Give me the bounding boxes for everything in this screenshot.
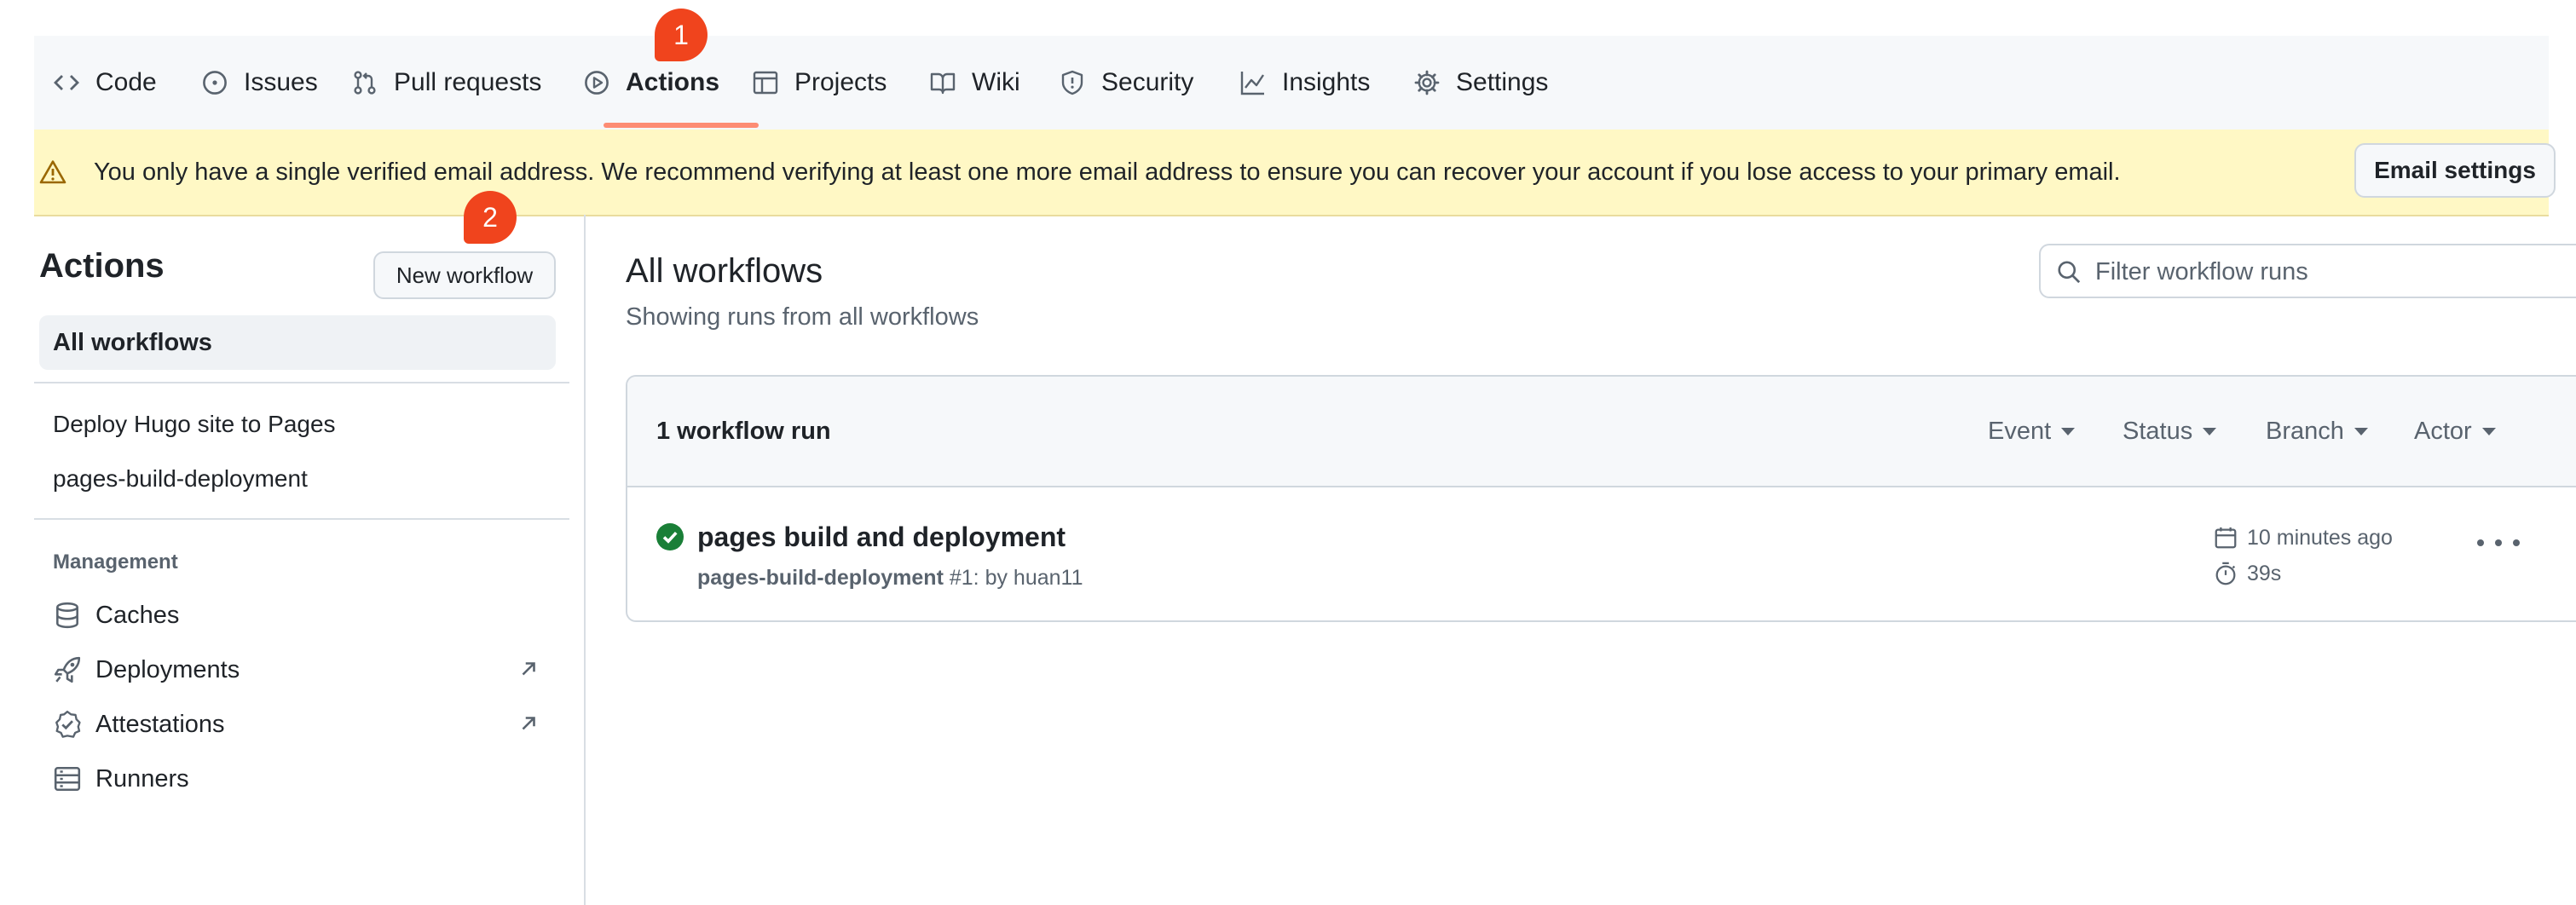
tab-projects[interactable]: Projects bbox=[752, 36, 887, 130]
graph-icon bbox=[1240, 72, 1264, 95]
caret-down-icon bbox=[2481, 427, 2496, 435]
sidebar-item-attestations[interactable]: Attestations bbox=[53, 707, 225, 741]
tab-insights[interactable]: Insights bbox=[1239, 36, 1370, 130]
tab-label: Actions bbox=[626, 68, 720, 96]
status-filter-dropdown[interactable]: Status bbox=[2123, 377, 2217, 486]
calendar-icon bbox=[2215, 527, 2237, 549]
verified-icon bbox=[55, 710, 81, 738]
tab-label: Issues bbox=[244, 68, 318, 96]
new-workflow-button[interactable]: New workflow bbox=[373, 251, 556, 299]
run-options-kebab-icon[interactable] bbox=[2477, 530, 2520, 556]
pull-request-icon bbox=[354, 71, 376, 95]
active-tab-underline bbox=[604, 123, 759, 128]
caret-down-icon bbox=[2354, 427, 2368, 435]
table-icon bbox=[753, 71, 778, 95]
run-duration: 39s bbox=[2213, 561, 2281, 586]
workflow-runs-list: 1 workflow run Event Status Branch Actor… bbox=[626, 375, 2576, 622]
run-duration-text: 39s bbox=[2247, 561, 2282, 585]
run-date: 10 minutes ago bbox=[2213, 525, 2393, 550]
sidebar-item-label: All workflows bbox=[53, 329, 212, 356]
tab-security[interactable]: Security bbox=[1059, 36, 1193, 130]
sidebar-item-label: Attestations bbox=[95, 710, 225, 738]
sidebar-title: Actions bbox=[39, 247, 165, 285]
database-icon bbox=[56, 602, 78, 629]
run-actor: : by huan11 bbox=[973, 566, 1083, 590]
tab-label: Pull requests bbox=[394, 68, 542, 96]
page-subtitle: Showing runs from all workflows bbox=[626, 303, 979, 331]
run-workflow-name: pages-build-deployment bbox=[697, 566, 944, 590]
tab-code[interactable]: Code bbox=[53, 36, 157, 130]
external-link-icon bbox=[522, 717, 535, 730]
run-meta: pages-build-deployment #1: by huan11 bbox=[697, 566, 1083, 591]
run-date-text: 10 minutes ago bbox=[2247, 525, 2393, 550]
run-count: 1 workflow run bbox=[656, 418, 831, 445]
stopwatch-icon bbox=[2215, 562, 2236, 585]
email-settings-button[interactable]: Email settings bbox=[2354, 143, 2556, 198]
sidebar-item-label: Runners bbox=[95, 764, 189, 793]
email-warning-banner: You only have a single verified email ad… bbox=[34, 130, 2556, 216]
tab-wiki[interactable]: Wiki bbox=[929, 36, 1020, 130]
tab-label: Code bbox=[95, 68, 157, 96]
shield-icon bbox=[1061, 70, 1083, 95]
play-icon bbox=[585, 71, 609, 95]
tab-label: Projects bbox=[794, 68, 887, 96]
runs-header: 1 workflow run Event Status Branch Actor bbox=[627, 377, 2576, 487]
tab-issues[interactable]: Issues bbox=[201, 36, 318, 130]
divider bbox=[34, 382, 569, 383]
dropdown-label: Branch bbox=[2266, 417, 2344, 445]
event-filter-dropdown[interactable]: Event bbox=[1988, 377, 2076, 486]
dropdown-label: Event bbox=[1988, 417, 2052, 445]
sidebar-item-pages-build-deployment[interactable]: pages-build-deployment bbox=[53, 465, 308, 493]
sidebar-item-label: Deployments bbox=[95, 655, 240, 683]
run-title-link[interactable]: pages build and deployment bbox=[697, 522, 1066, 553]
banner-message: You only have a single verified email ad… bbox=[94, 159, 2121, 186]
filter-runs-input[interactable] bbox=[2094, 254, 2574, 290]
dropdown-label: Actor bbox=[2414, 417, 2472, 445]
external-link-icon bbox=[522, 662, 535, 676]
step-badge-1: 1 bbox=[655, 9, 708, 61]
caret-down-icon bbox=[2061, 427, 2076, 435]
filter-runs-field[interactable] bbox=[2039, 244, 2576, 298]
actions-sidebar: Actions New workflow All workflows Deplo… bbox=[0, 215, 586, 905]
issue-icon bbox=[203, 71, 227, 95]
sidebar-item-all-workflows[interactable]: All workflows bbox=[39, 315, 556, 370]
actor-filter-dropdown[interactable]: Actor bbox=[2414, 377, 2496, 486]
book-icon bbox=[930, 72, 956, 95]
sidebar-item-caches[interactable]: Caches bbox=[53, 598, 179, 632]
alert-icon bbox=[39, 160, 66, 184]
caret-down-icon bbox=[2203, 427, 2217, 435]
repo-nav: Code Issues Pull requests Actions Projec… bbox=[34, 36, 2549, 131]
branch-filter-dropdown[interactable]: Branch bbox=[2266, 377, 2368, 486]
management-heading: Management bbox=[53, 550, 178, 574]
sidebar-item-deploy-hugo[interactable]: Deploy Hugo site to Pages bbox=[53, 411, 336, 438]
sidebar-item-label: Caches bbox=[95, 601, 180, 629]
dropdown-label: Status bbox=[2123, 417, 2193, 445]
success-check-icon bbox=[656, 523, 684, 550]
search-icon bbox=[2058, 261, 2081, 284]
page-title: All workflows bbox=[626, 252, 823, 290]
tab-label: Wiki bbox=[972, 68, 1020, 96]
run-number: #1 bbox=[949, 566, 973, 590]
tab-label: Insights bbox=[1282, 68, 1371, 96]
divider bbox=[34, 518, 569, 520]
rocket-icon bbox=[54, 656, 81, 683]
gear-icon bbox=[1414, 70, 1440, 95]
server-icon bbox=[54, 766, 81, 792]
tab-settings[interactable]: Settings bbox=[1413, 36, 1548, 130]
tab-label: Settings bbox=[1456, 68, 1549, 96]
tab-pull-requests[interactable]: Pull requests bbox=[351, 36, 541, 130]
sidebar-item-runners[interactable]: Runners bbox=[53, 762, 189, 796]
code-icon bbox=[54, 75, 79, 90]
sidebar-item-deployments[interactable]: Deployments bbox=[53, 653, 240, 687]
tab-label: Security bbox=[1101, 68, 1194, 96]
